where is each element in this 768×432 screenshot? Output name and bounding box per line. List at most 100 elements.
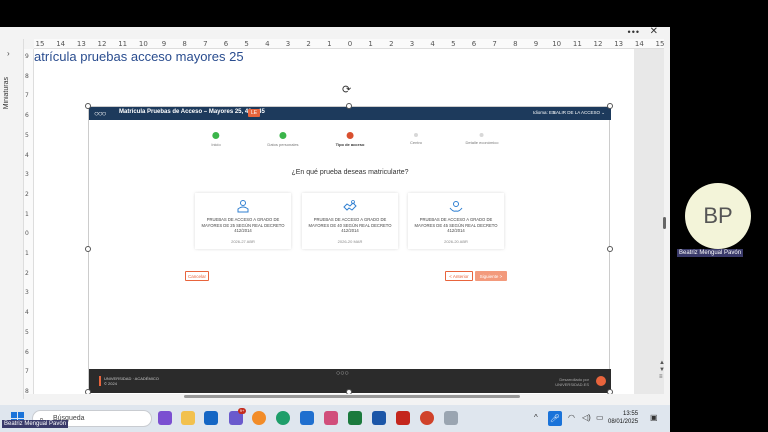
previous-button[interactable]: < Anterior bbox=[445, 271, 473, 281]
ruler-tick: 3 bbox=[25, 171, 29, 179]
language-selector[interactable]: Idioma: ES bbox=[533, 110, 555, 115]
ruler-tick: 5 bbox=[25, 131, 29, 139]
onenote-icon[interactable] bbox=[158, 411, 172, 425]
exam-card-text: PRUEBAS DE ACCESO A GRADO DE MAYORES DE … bbox=[308, 217, 392, 233]
ruler-tick: 7 bbox=[25, 92, 29, 100]
powerpoint-icon[interactable] bbox=[420, 411, 434, 425]
file-explorer-icon[interactable] bbox=[181, 411, 195, 425]
close-button[interactable]: ✕ bbox=[650, 26, 658, 37]
app-badge: LE bbox=[248, 109, 260, 117]
ruler-tick: 3 bbox=[409, 40, 415, 48]
more-options-button[interactable]: ••• bbox=[628, 27, 640, 37]
step-1: Inicio bbox=[211, 132, 221, 147]
step-label: Datos personales bbox=[267, 142, 299, 147]
step-2: Datos personales bbox=[267, 132, 299, 147]
ruler-tick: 6 bbox=[25, 348, 29, 356]
resize-handle[interactable] bbox=[85, 103, 91, 109]
horizontal-scrollbar[interactable] bbox=[184, 395, 520, 398]
participant-name: Beatriz Mengual Pavón bbox=[677, 249, 744, 257]
resize-handle[interactable] bbox=[607, 389, 613, 394]
resize-handle[interactable] bbox=[346, 103, 352, 109]
embedded-screenshot[interactable]: ○○○ Matrícula Pruebas de Acceso – Mayore… bbox=[88, 106, 611, 393]
ruler-tick: 3 bbox=[285, 40, 291, 48]
microphone-icon[interactable]: 🎤︎ bbox=[548, 411, 562, 426]
step-current-icon bbox=[346, 132, 354, 139]
ruler-tick: 2 bbox=[25, 190, 29, 198]
ruler-tick: 4 bbox=[430, 40, 435, 48]
ruler-tick: 7 bbox=[25, 368, 29, 376]
battery-icon[interactable]: ▭ bbox=[596, 413, 604, 422]
exam-card-date: 2026-20 ABR bbox=[444, 238, 468, 244]
rotate-handle-icon[interactable]: ⟳ bbox=[342, 83, 351, 96]
teams-icon[interactable]: 9+ bbox=[229, 408, 246, 425]
vertical-ruler: 9 8 7 6 5 4 3 2 1 0 1 2 3 4 5 6 7 8 bbox=[24, 49, 34, 395]
step-label: Detalle económico bbox=[465, 140, 499, 145]
ruler-tick: 2 bbox=[306, 40, 311, 48]
step-pending-icon bbox=[413, 133, 418, 137]
ruler-tick: 0 bbox=[347, 40, 353, 48]
ruler-tick: 0 bbox=[25, 230, 29, 238]
cancel-button[interactable]: Cancelar bbox=[185, 271, 209, 281]
ruler-tick: 9 bbox=[161, 40, 167, 48]
photos-icon[interactable] bbox=[324, 411, 338, 425]
ruler-tick: 1 bbox=[25, 250, 29, 258]
volume-icon[interactable]: ◁) bbox=[582, 413, 591, 422]
notepad-icon[interactable] bbox=[300, 411, 314, 425]
ruler-tick: 11 bbox=[118, 40, 128, 48]
resize-handle[interactable] bbox=[85, 246, 91, 252]
footer-institution: UNIVERSIDAD · ACADÉMICO © 2024 bbox=[99, 376, 159, 386]
exam-card-45[interactable]: PRUEBAS DE ACCESO A GRADO DE MAYORES DE … bbox=[408, 193, 504, 249]
ruler-tick: 4 bbox=[25, 309, 29, 317]
app-icon[interactable] bbox=[444, 411, 458, 425]
ruler-tick: 6 bbox=[223, 40, 229, 48]
footer-action-button[interactable] bbox=[596, 376, 606, 386]
exam-card-25[interactable]: PRUEBAS DE ACCESO A GRADO DE MAYORES DE … bbox=[195, 193, 291, 249]
thumbnails-label[interactable]: Miniaturas bbox=[3, 77, 10, 109]
ruler-tick: 14 bbox=[634, 40, 644, 48]
ruler-tick: 14 bbox=[56, 40, 66, 48]
expand-thumbnails-button[interactable]: › bbox=[7, 49, 10, 58]
slide-canvas: atrícula pruebas acceso mayores 25 ○○○ M… bbox=[34, 49, 664, 394]
ruler-tick: 10 bbox=[138, 40, 148, 48]
chevron-up-icon[interactable]: ^ bbox=[534, 413, 538, 422]
clock-date: 08/01/2025 bbox=[608, 419, 639, 425]
thumbnails-panel: › Miniaturas bbox=[0, 39, 24, 399]
ruler-tick: 5 bbox=[25, 328, 29, 336]
resize-handle[interactable] bbox=[607, 246, 613, 252]
step-label: Centro bbox=[409, 140, 423, 145]
self-name-tag: Beatriz Mengual Pavón bbox=[2, 420, 69, 428]
horizontal-ruler: 15 14 13 12 11 10 9 8 7 6 5 4 3 2 1 0 1 2 3 4 5 6 7 8 9 10 11 12 13 1… bbox=[34, 39, 664, 49]
resize-handle[interactable] bbox=[607, 103, 613, 109]
resize-handle[interactable] bbox=[346, 389, 352, 394]
ruler-tick: 8 bbox=[513, 40, 518, 48]
step-label: Inicio bbox=[211, 142, 221, 147]
next-button[interactable]: Siguiente > bbox=[475, 271, 507, 281]
ruler-tick: 9 bbox=[25, 53, 29, 60]
slide[interactable]: atrícula pruebas acceso mayores 25 ○○○ M… bbox=[34, 49, 634, 394]
edge-icon[interactable] bbox=[276, 411, 290, 425]
ruler-tick: 15 bbox=[35, 40, 45, 48]
ruler-tick: 13 bbox=[76, 40, 86, 48]
ruler-tick: 5 bbox=[244, 40, 249, 48]
app-header: ○○○ Matrícula Pruebas de Acceso – Mayore… bbox=[89, 107, 611, 120]
acrobat-icon[interactable] bbox=[396, 411, 410, 425]
exit-access-link[interactable]: SALIR DE LA ACCESO ⌄ bbox=[553, 110, 605, 116]
participant-avatar: BP bbox=[685, 183, 751, 249]
outlook-icon[interactable] bbox=[204, 411, 218, 425]
resize-handle[interactable] bbox=[85, 389, 91, 394]
exam-card-40[interactable]: PRUEBAS DE ACCESO A GRADO DE MAYORES DE … bbox=[302, 193, 398, 249]
vertical-scrollbar[interactable] bbox=[663, 217, 666, 229]
excel-icon[interactable] bbox=[348, 411, 362, 425]
zoom-controls[interactable]: ▲ ▼ ≡ bbox=[659, 360, 665, 381]
person-icon bbox=[237, 200, 249, 213]
wifi-icon[interactable]: ◠ bbox=[568, 413, 575, 422]
notifications-icon[interactable]: ▣ bbox=[650, 413, 658, 422]
step-5: Detalle económico bbox=[465, 132, 499, 145]
firefox-icon[interactable] bbox=[252, 411, 266, 425]
clock[interactable]: 13:55 08/01/2025 bbox=[608, 410, 638, 426]
word-icon[interactable] bbox=[372, 411, 386, 425]
ruler-tick: 2 bbox=[389, 40, 394, 48]
ruler-tick: 12 bbox=[97, 40, 107, 48]
ruler-tick: 10 bbox=[552, 40, 562, 48]
slide-title[interactable]: atrícula pruebas acceso mayores 25 bbox=[34, 49, 244, 64]
